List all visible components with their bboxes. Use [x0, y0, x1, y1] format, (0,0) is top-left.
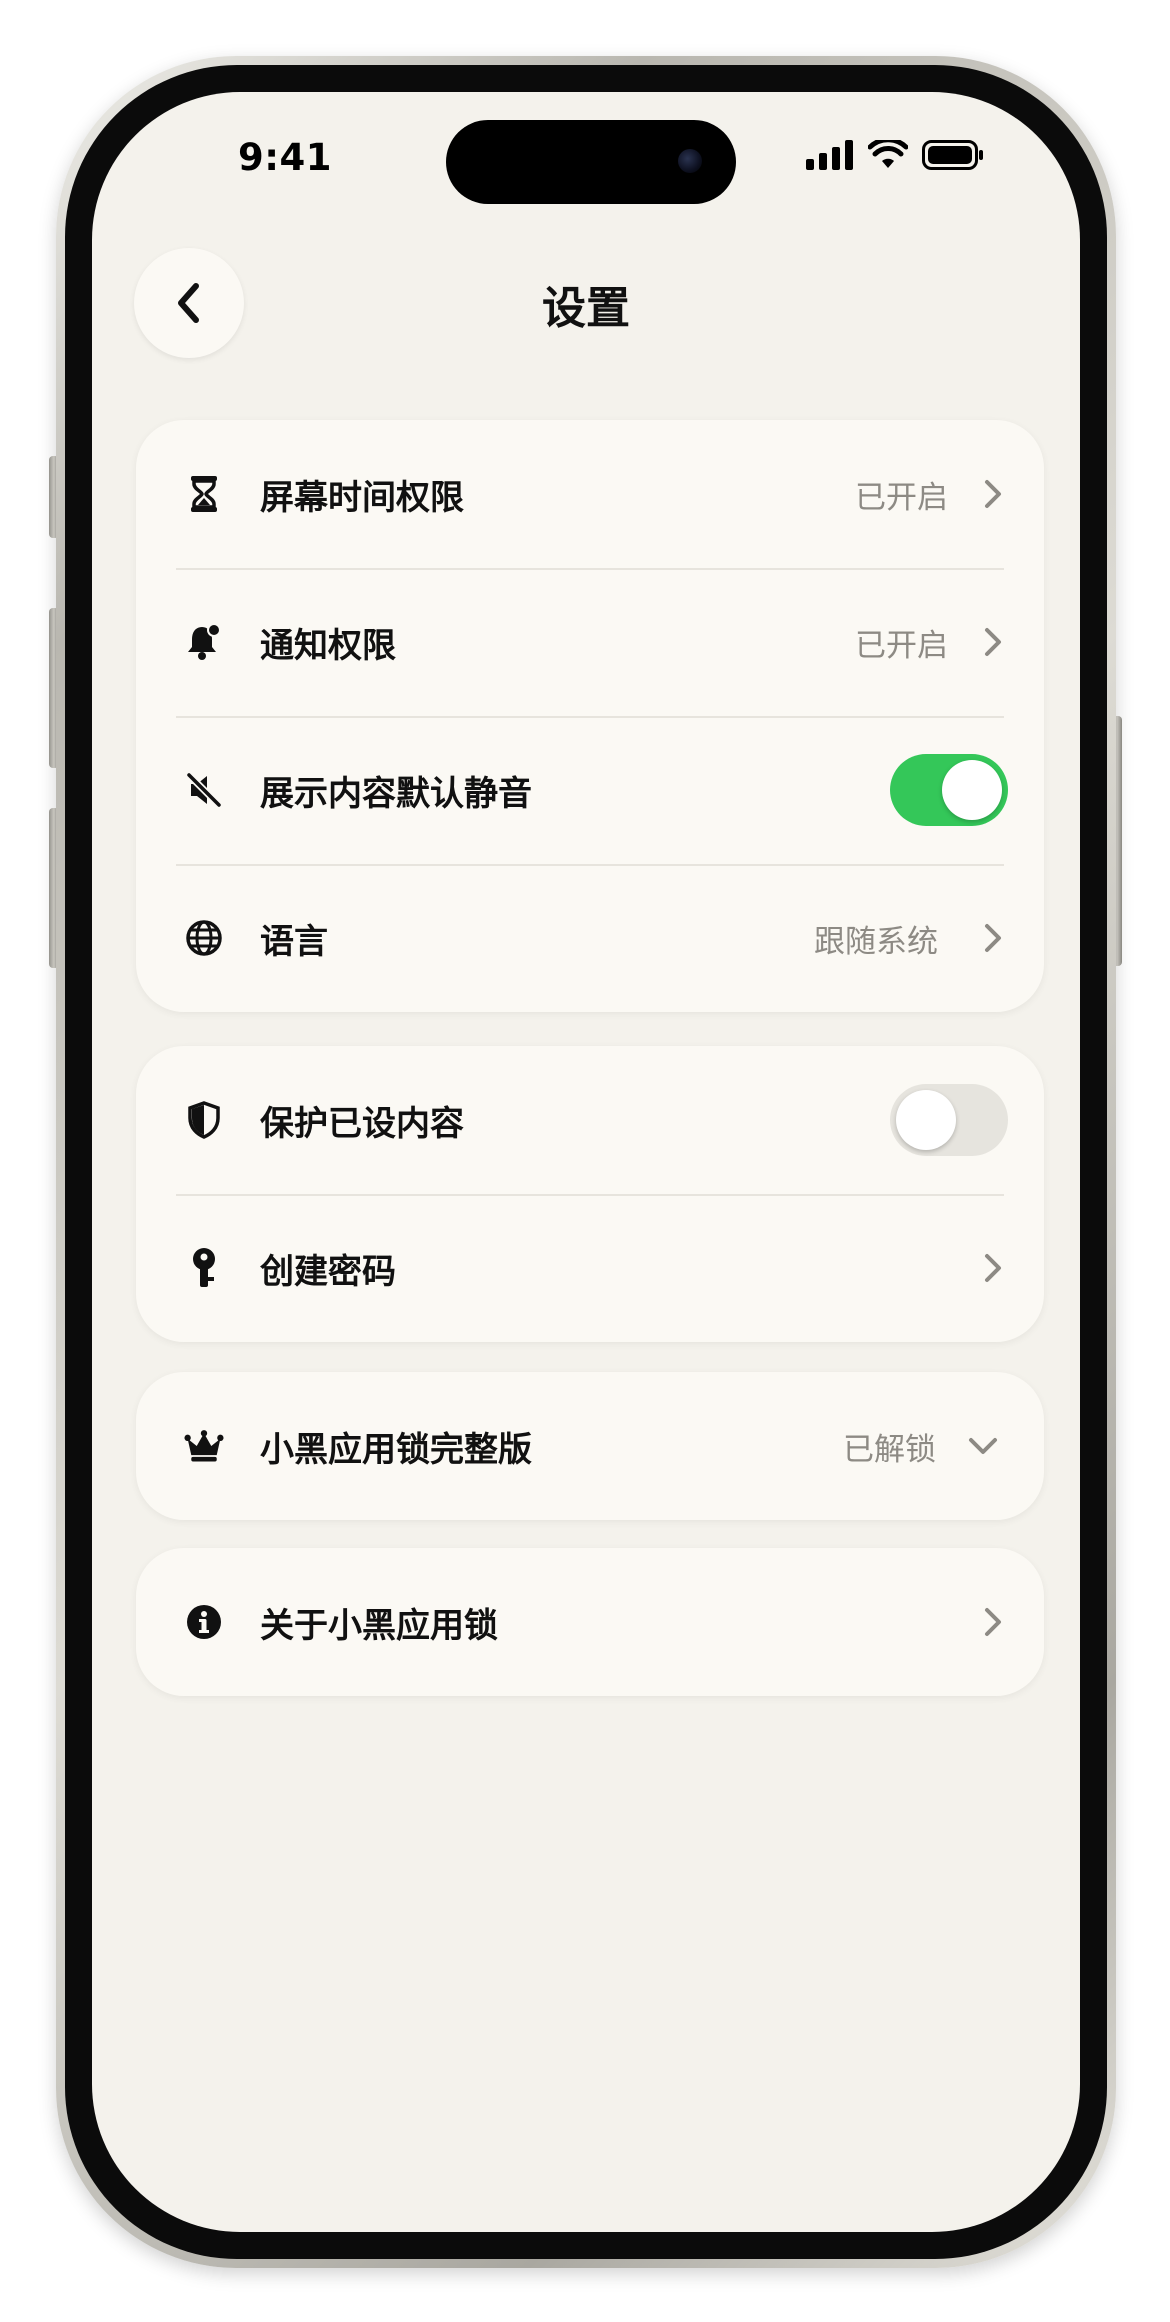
row-status-value: 跟随系统 — [814, 923, 938, 960]
speaker-mute-icon — [184, 770, 224, 810]
front-camera — [678, 149, 702, 173]
screen-time-permission-row[interactable]: 屏幕时间权限 已开启 — [136, 420, 1044, 568]
toggle-knob — [896, 1090, 956, 1150]
settings-group-protection: 保护已设内容 创建密码 — [136, 1046, 1044, 1342]
toggle-knob — [942, 760, 1002, 820]
shield-icon — [184, 1100, 224, 1140]
mute-toggle[interactable] — [890, 754, 1008, 826]
full-version-row[interactable]: 小黑应用锁完整版 已解锁 — [136, 1372, 1044, 1520]
header: 设置 — [92, 242, 1080, 362]
row-label: 屏幕时间权限 — [260, 477, 464, 518]
row-label: 保护已设内容 — [260, 1103, 464, 1144]
status-time: 9:41 — [238, 136, 333, 179]
status-icons — [806, 140, 984, 170]
chevron-right-icon — [980, 1605, 1006, 1639]
wifi-icon — [868, 140, 908, 168]
chevron-right-icon — [980, 625, 1006, 659]
settings-group-about: 关于小黑应用锁 — [136, 1548, 1044, 1696]
language-row[interactable]: 语言 跟随系统 — [136, 864, 1044, 1012]
chevron-right-icon — [980, 1251, 1006, 1285]
globe-icon — [184, 918, 224, 958]
row-status-value: 已开启 — [855, 479, 948, 516]
bell-icon — [184, 622, 224, 662]
settings-group-permissions: 屏幕时间权限 已开启 通知权限 已开启 展示内容默认静音 语言 跟随系统 — [136, 420, 1044, 1012]
row-label: 关于小黑应用锁 — [260, 1605, 498, 1646]
app-screen: 9:41 设置 屏幕时间权限 已开启 通知权限 已开启 展示内容默认静音 语言 … — [92, 92, 1080, 2232]
cellular-signal-icon — [806, 140, 853, 170]
protect-content-row: 保护已设内容 — [136, 1046, 1044, 1194]
dynamic-island — [446, 120, 736, 204]
about-row[interactable]: 关于小黑应用锁 — [136, 1548, 1044, 1696]
row-label: 展示内容默认静音 — [260, 773, 532, 814]
chevron-right-icon — [980, 477, 1006, 511]
page-title: 设置 — [542, 283, 630, 334]
mute-by-default-row: 展示内容默认静音 — [136, 716, 1044, 864]
chevron-right-icon — [980, 921, 1006, 955]
crown-icon — [184, 1426, 224, 1466]
row-label: 创建密码 — [260, 1251, 396, 1292]
protect-content-toggle[interactable] — [890, 1084, 1008, 1156]
row-label: 小黑应用锁完整版 — [260, 1429, 532, 1470]
device-canvas: 9:41 设置 屏幕时间权限 已开启 通知权限 已开启 展示内容默认静音 语言 … — [0, 0, 1170, 2322]
chevron-down-icon — [966, 1429, 1000, 1463]
row-status-value: 已解锁 — [843, 1431, 936, 1468]
create-password-row[interactable]: 创建密码 — [136, 1194, 1044, 1342]
settings-group-premium: 小黑应用锁完整版 已解锁 — [136, 1372, 1044, 1520]
battery-icon — [922, 140, 983, 170]
notification-permission-row[interactable]: 通知权限 已开启 — [136, 568, 1044, 716]
hourglass-icon — [184, 474, 224, 514]
key-icon — [184, 1248, 224, 1288]
row-label: 通知权限 — [260, 625, 396, 666]
row-status-value: 已开启 — [855, 627, 948, 664]
row-label: 语言 — [260, 921, 328, 962]
info-icon — [184, 1602, 224, 1642]
